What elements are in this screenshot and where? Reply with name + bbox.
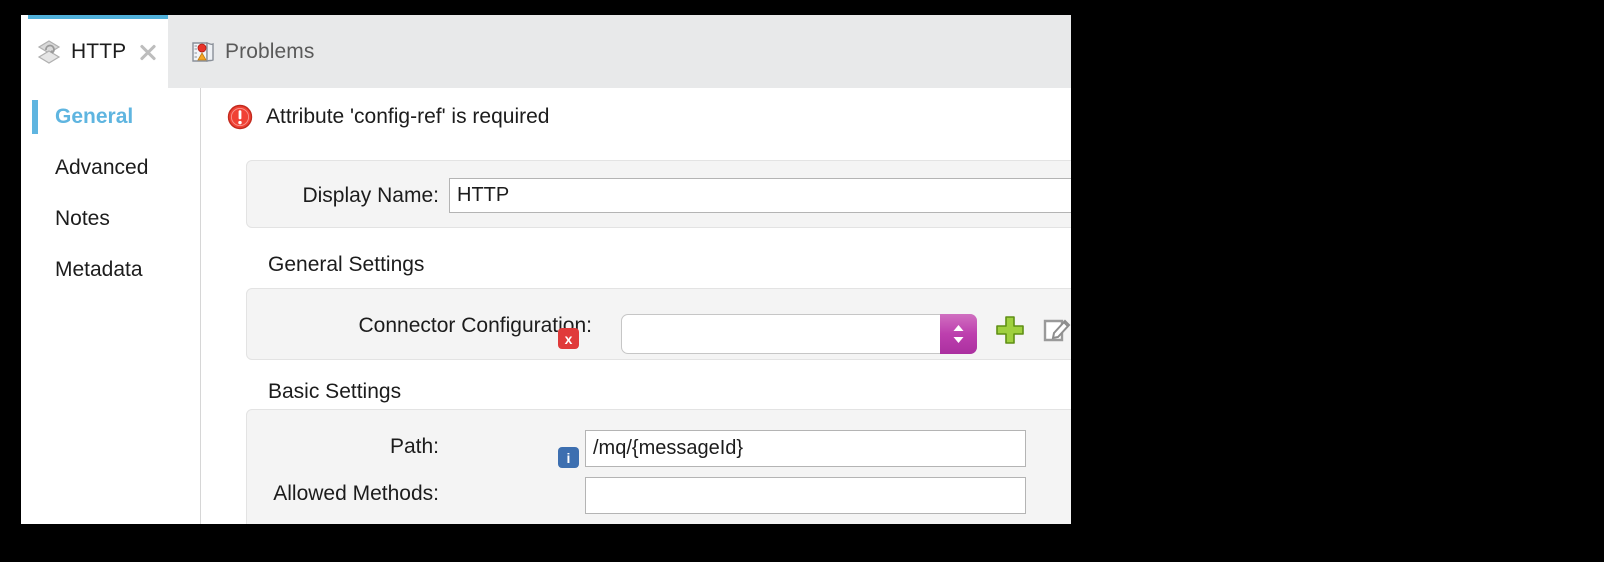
general-settings-card: Connector Configuration: x xyxy=(246,288,1071,360)
display-name-input[interactable] xyxy=(449,178,1071,213)
tab-problems[interactable]: Problems xyxy=(170,15,350,88)
basic-settings-title: Basic Settings xyxy=(268,380,402,403)
path-input[interactable] xyxy=(585,430,1026,467)
properties-sidebar: General Advanced Notes Metadata xyxy=(21,88,201,524)
connector-configuration-label: Connector Configuration: xyxy=(358,314,592,337)
sidebar-item-general[interactable]: General xyxy=(21,100,200,134)
validation-error-banner: Attribute 'config-ref' is required xyxy=(227,104,549,130)
edit-configuration-button[interactable] xyxy=(1040,313,1071,347)
problems-view-icon xyxy=(190,39,216,65)
properties-editor-window: HTTP Problems General Advanced Notes Met… xyxy=(21,15,1071,524)
sidebar-item-label: Notes xyxy=(55,207,110,230)
error-message: Attribute 'config-ref' is required xyxy=(266,105,550,128)
sidebar-item-metadata[interactable]: Metadata xyxy=(21,253,200,287)
add-configuration-button[interactable] xyxy=(993,313,1027,347)
path-info-badge: i xyxy=(558,447,579,468)
sidebar-item-label: Advanced xyxy=(55,156,149,179)
sidebar-item-label: General xyxy=(55,105,134,128)
mule-connector-icon xyxy=(36,39,62,65)
config-error-badge: x xyxy=(558,328,579,349)
close-icon[interactable] xyxy=(138,42,158,62)
path-label: Path: xyxy=(389,435,439,458)
tab-http[interactable]: HTTP xyxy=(21,15,168,88)
sidebar-item-label: Metadata xyxy=(55,258,143,281)
connector-configuration-combo[interactable] xyxy=(621,314,977,354)
general-settings-title: General Settings xyxy=(268,253,425,276)
allowed-methods-label: Allowed Methods: xyxy=(273,482,439,505)
display-name-card: Display Name: xyxy=(246,160,1071,228)
sidebar-item-notes[interactable]: Notes xyxy=(21,202,200,236)
allowed-methods-input[interactable] xyxy=(585,477,1026,514)
basic-settings-card: Path: i Allowed Methods: xyxy=(246,409,1071,524)
editor-tab-bar: HTTP Problems xyxy=(21,15,1071,88)
editor-body: General Advanced Notes Metadata Attribut… xyxy=(21,88,1071,524)
sidebar-item-advanced[interactable]: Advanced xyxy=(21,151,200,185)
tab-label: HTTP xyxy=(71,39,127,63)
display-name-label: Display Name: xyxy=(302,184,439,207)
error-circle-icon xyxy=(227,104,253,130)
chevron-updown-icon[interactable] xyxy=(940,314,977,354)
properties-content: Attribute 'config-ref' is required Displ… xyxy=(202,88,1071,524)
tab-label: Problems xyxy=(225,39,315,63)
